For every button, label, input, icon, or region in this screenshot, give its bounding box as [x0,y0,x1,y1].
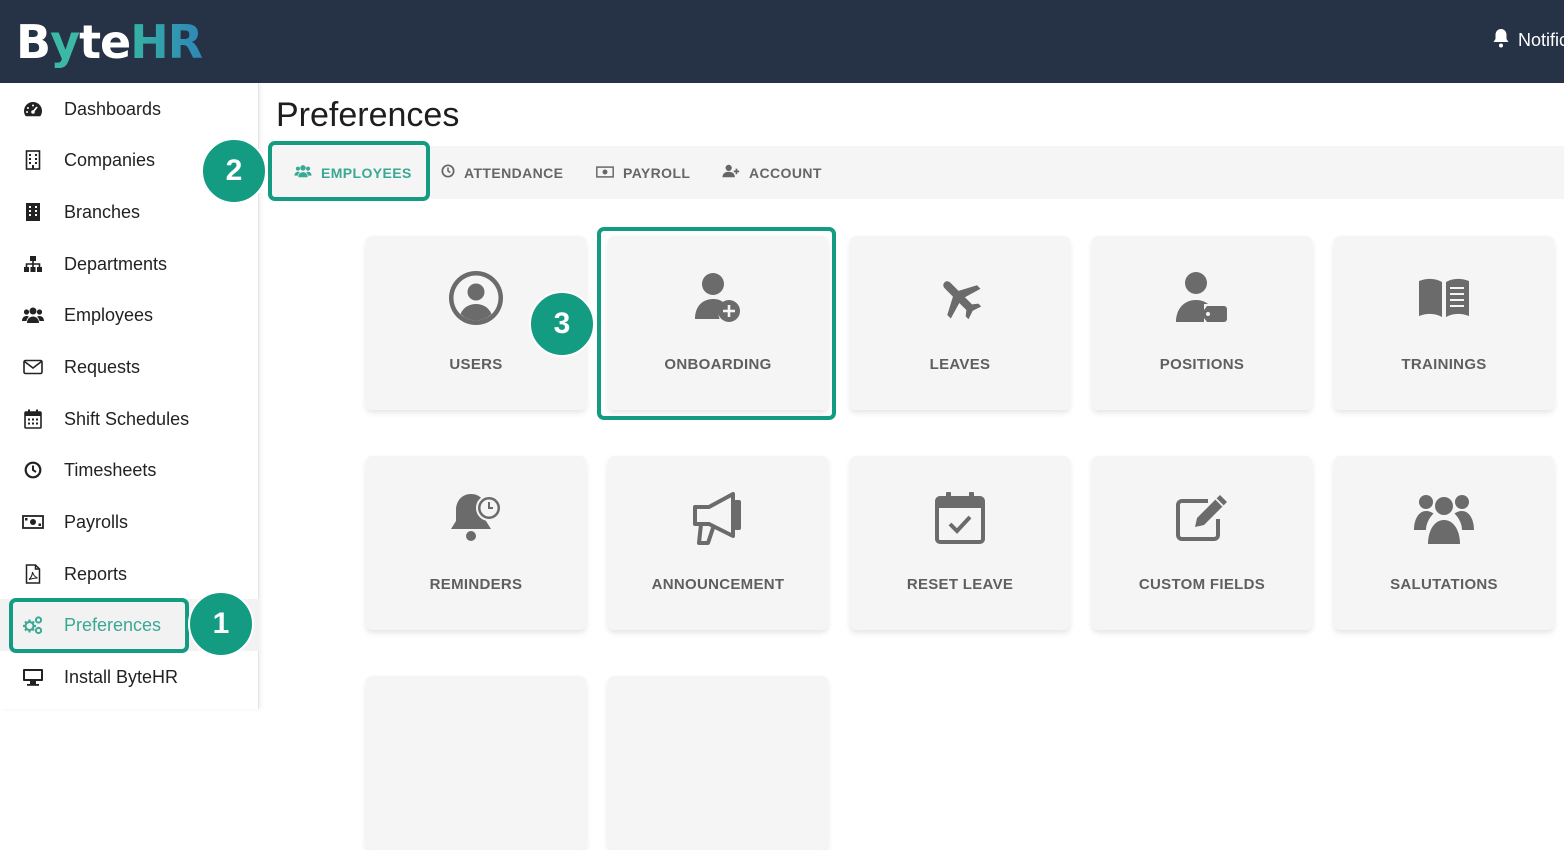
bytehr-logo[interactable]: By te HR [16,14,203,70]
sidebar-item-label: Requests [64,356,141,377]
tachometer-icon [22,98,44,120]
tile-custom-fields[interactable]: CUSTOM FIELDS [1092,456,1312,630]
calendar-check-icon [850,488,1070,548]
sidebar-item-shift-schedules[interactable]: Shift Schedules [0,393,259,445]
sidebar-item-label: Timesheets [64,459,157,480]
sidebar-item-label: Branches [64,201,141,222]
sidebar-item-departments[interactable]: Departments [0,238,259,290]
notifications-label: Notific [1518,30,1564,50]
user-plus-icon [722,164,740,181]
office-building-icon [22,201,44,223]
sidebar-item-label: Departments [64,253,168,274]
tile-salutations[interactable]: SALUTATIONS [1334,456,1554,630]
tile-label: REMINDERS [429,576,523,593]
desktop-icon [22,666,44,688]
tile-label: CUSTOM FIELDS [1138,576,1266,593]
plane-icon [850,268,1070,328]
preferences-tab-bar: EMPLOYEES ATTENDANCE PAYROLL ACCOUNT [268,146,1564,199]
building-icon [22,149,44,171]
tile-announcement[interactable]: ANNOUNCEMENT [608,456,828,630]
step-badge-3: 3 [529,291,595,357]
tab-payroll[interactable]: PAYROLL [596,146,690,199]
calendar-icon [22,408,44,430]
users-icon [22,304,44,326]
envelope-icon [22,356,44,378]
tile-leaves[interactable]: LEAVES [850,236,1070,410]
sidebar-item-label: Payrolls [64,511,129,532]
highlight-employees-tab [268,141,430,201]
clock-icon [22,459,44,481]
sidebar-item-label: Companies [64,149,156,170]
clock-icon [441,164,455,181]
tile-positions[interactable]: POSITIONS [1092,236,1312,410]
tile-label: RESET LEAVE [906,576,1014,593]
highlight-onboarding-tile [597,227,836,420]
sidebar-item-label: Install ByteHR [64,666,179,687]
tab-label: PAYROLL [623,164,691,181]
highlight-preferences [9,598,189,653]
page-title: Preferences [276,96,460,134]
megaphone-icon [608,488,828,548]
sidebar-item-label: Dashboards [64,98,162,119]
tile-partial[interactable] [366,676,586,850]
tile-trainings[interactable]: TRAININGS [1334,236,1554,410]
tile-label: POSITIONS [1159,356,1245,373]
tab-account[interactable]: ACCOUNT [722,146,822,199]
user-tag-icon [1092,268,1312,328]
notifications-button[interactable]: Notific [1492,28,1564,53]
edit-icon [1092,488,1312,548]
users-icon [1334,488,1554,548]
tile-label: USERS [449,356,503,373]
tile-partial[interactable] [608,676,828,850]
sidebar-item-dashboards[interactable]: Dashboards [0,83,259,135]
step-badge-2: 2 [201,138,267,204]
sidebar-item-employees[interactable]: Employees [0,289,259,341]
tile-label: SALUTATIONS [1390,576,1498,593]
money-bill-icon [22,511,44,533]
tile-label: ANNOUNCEMENT [651,576,785,593]
sidebar-item-label: Shift Schedules [64,408,190,429]
tab-attendance[interactable]: ATTENDANCE [441,146,563,199]
tile-label: TRAININGS [1401,356,1487,373]
sidebar-item-install-bytehr[interactable]: Install ByteHR [0,651,259,703]
sidebar-item-label: Employees [64,304,154,325]
tab-label: ACCOUNT [749,164,822,181]
tile-reminders[interactable]: REMINDERS [366,456,586,630]
top-bar: By te HR Notific [0,0,1564,83]
book-open-icon [1334,268,1554,328]
sidebar-item-requests[interactable]: Requests [0,341,259,393]
bell-clock-icon [366,488,586,548]
sitemap-icon [22,253,44,275]
sidebar-item-payrolls[interactable]: Payrolls [0,496,259,548]
money-bill-icon [596,165,614,181]
tab-label: ATTENDANCE [464,164,564,181]
sidebar-item-timesheets[interactable]: Timesheets [0,444,259,496]
sidebar-item-label: Reports [64,563,128,584]
bell-icon [1492,28,1510,53]
pdf-file-icon [22,563,44,585]
tile-label: LEAVES [929,356,991,373]
step-badge-1: 1 [188,591,254,657]
tile-reset-leave[interactable]: RESET LEAVE [850,456,1070,630]
